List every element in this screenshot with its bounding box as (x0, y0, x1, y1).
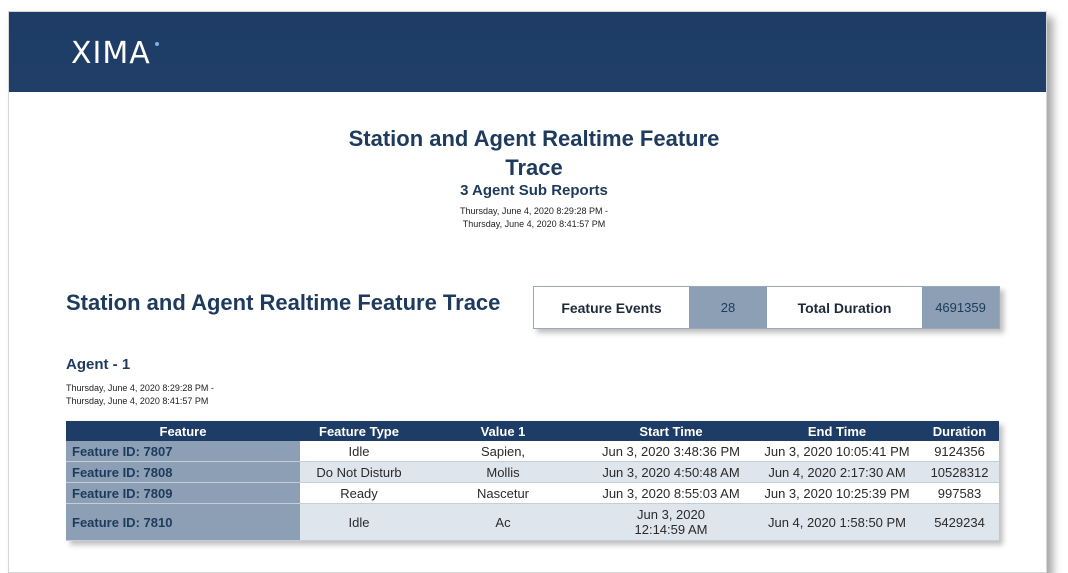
feature-events-label: Feature Events (534, 287, 689, 328)
column-header-feature: Feature (66, 421, 300, 441)
column-header-feature-type: Feature Type (300, 421, 418, 441)
report-subtitle: 3 Agent Sub Reports (460, 182, 608, 199)
agent-date-range: Thursday, June 4, 2020 8:29:28 PM - Thur… (66, 382, 316, 408)
feature-id-cell: Feature ID: 7810 (66, 503, 300, 541)
feature-type-cell: Idle (300, 441, 418, 462)
table-row: Feature ID: 7807 Idle Sapien, Jun 3, 202… (66, 441, 999, 462)
total-duration-label: Total Duration (767, 287, 922, 328)
feature-id-cell: Feature ID: 7807 (66, 441, 300, 462)
start-time-cell: Jun 3, 2020 8:55:03 AM (588, 482, 754, 504)
feature-trace-table: Feature Feature Type Value 1 Start Time … (66, 421, 999, 541)
column-header-start-time: Start Time (588, 421, 754, 441)
total-duration-value: 4691359 (922, 287, 999, 328)
duration-cell: 10528312 (920, 461, 999, 483)
agent-title: Agent - 1 (66, 356, 131, 373)
feature-type-cell: Idle (300, 503, 418, 541)
feature-id-cell: Feature ID: 7808 (66, 461, 300, 483)
report-page: XIMA Station and Agent Realtime Feature … (8, 11, 1047, 573)
summary-box: Feature Events 28 Total Duration 4691359 (533, 286, 1000, 329)
end-time-cell: Jun 3, 2020 10:25:39 PM (754, 482, 920, 504)
value-1-cell: Sapien, (418, 441, 588, 462)
value-1-cell: Ac (418, 503, 588, 541)
duration-cell: 9124356 (920, 441, 999, 462)
feature-id-cell: Feature ID: 7809 (66, 482, 300, 504)
duration-cell: 997583 (920, 482, 999, 504)
agent-range-start: Thursday, June 4, 2020 8:29:28 PM - (66, 383, 214, 393)
start-time-cell: Jun 3, 2020 12:14:59 AM (588, 503, 754, 541)
column-header-end-time: End Time (754, 421, 920, 441)
feature-type-cell: Do Not Disturb (300, 461, 418, 483)
start-time-cell: Jun 3, 2020 4:50:48 AM (588, 461, 754, 483)
column-header-duration: Duration (920, 421, 999, 441)
end-time-cell: Jun 4, 2020 1:58:50 PM (754, 503, 920, 541)
end-time-cell: Jun 3, 2020 10:05:41 PM (754, 441, 920, 462)
end-time-cell: Jun 4, 2020 2:17:30 AM (754, 461, 920, 483)
duration-cell: 5429234 (920, 503, 999, 541)
feature-type-cell: Ready (300, 482, 418, 504)
logo-accent-dot (155, 42, 159, 46)
table-row: Feature ID: 7810 Idle Ac Jun 3, 2020 12:… (66, 503, 999, 541)
xima-logo: XIMA (71, 36, 151, 71)
section-title: Station and Agent Realtime Feature Trace (66, 290, 501, 315)
report-date-range: Thursday, June 4, 2020 8:29:28 PM - Thur… (409, 205, 659, 231)
agent-range-end: Thursday, June 4, 2020 8:41:57 PM (66, 396, 209, 406)
column-header-value-1: Value 1 (418, 421, 588, 441)
report-title: Station and Agent Realtime Feature Trace (348, 126, 720, 180)
value-1-cell: Mollis (418, 461, 588, 483)
header-banner: XIMA (9, 12, 1046, 92)
feature-events-value: 28 (689, 287, 767, 328)
value-1-cell: Nascetur (418, 482, 588, 504)
table-header-row: Feature Feature Type Value 1 Start Time … (66, 421, 999, 441)
start-time-cell: Jun 3, 2020 3:48:36 PM (588, 441, 754, 462)
report-range-start: Thursday, June 4, 2020 8:29:28 PM - (460, 206, 608, 216)
table-row: Feature ID: 7809 Ready Nascetur Jun 3, 2… (66, 482, 999, 504)
table-row: Feature ID: 7808 Do Not Disturb Mollis J… (66, 461, 999, 483)
report-range-end: Thursday, June 4, 2020 8:41:57 PM (462, 219, 606, 229)
